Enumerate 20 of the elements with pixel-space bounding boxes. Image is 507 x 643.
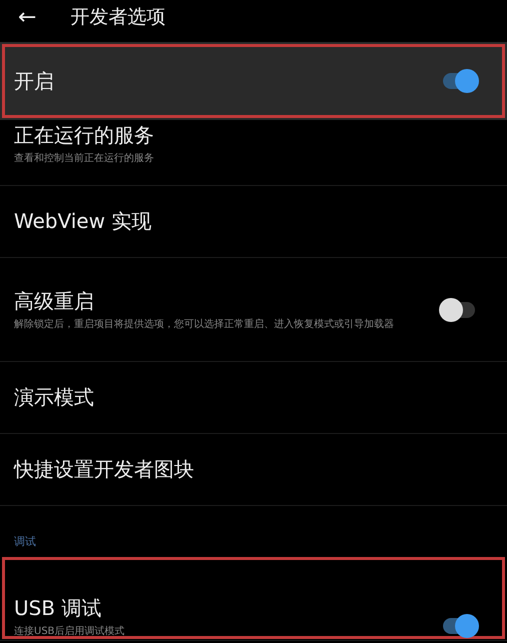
settings-row[interactable]: USB 调试 连接USB后启用调试模式 [0, 555, 507, 641]
settings-row[interactable]: 正在运行的服务 查看和控制当前正在运行的服务 [0, 120, 507, 186]
setting-description: 解除锁定后，重启项目将提供选项，您可以选择正常重启、进入恢复模式或引导加载器 [14, 318, 395, 331]
page-title: 开发者选项 [70, 5, 166, 30]
setting-title: USB 调试 [14, 595, 102, 622]
settings-row[interactable]: 快捷设置开发者图块 [0, 434, 507, 506]
setting-title: 高级重启 [14, 288, 95, 315]
setting-description: 连接USB后启用调试模式 [14, 625, 126, 638]
setting-title: 演示模式 [14, 384, 95, 411]
setting-title: 快捷设置开发者图块 [14, 456, 195, 483]
setting-title: 开启 [14, 68, 55, 94]
setting-title: 正在运行的服务 [14, 122, 155, 149]
back-button[interactable]: ← [18, 4, 36, 30]
settings-row[interactable]: 演示模式 [0, 362, 507, 434]
settings-row[interactable]: 高级重启 解除锁定后，重启项目将提供选项，您可以选择正常重启、进入恢复模式或引导加载器 [0, 258, 507, 362]
master-switch-row[interactable]: 开启 [0, 42, 507, 120]
section-header: 调试 [13, 534, 37, 550]
setting-description: 查看和控制当前正在运行的服务 [14, 152, 155, 165]
setting-title: WebView 实现 [14, 208, 152, 235]
settings-row[interactable]: WebView 实现 [0, 186, 507, 258]
